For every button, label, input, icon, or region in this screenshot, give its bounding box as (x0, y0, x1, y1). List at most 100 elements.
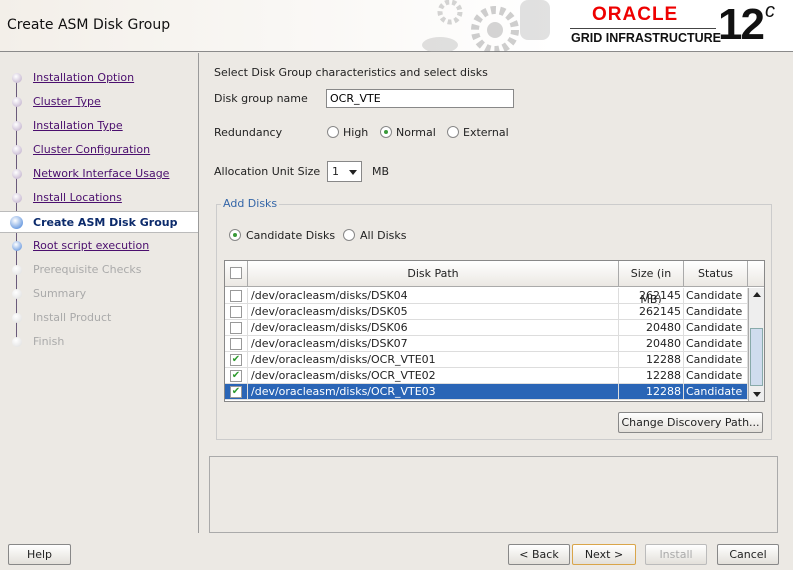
row-check-cell (225, 288, 248, 304)
redundancy-label: Redundancy (214, 126, 283, 139)
all-disks-radio[interactable] (343, 229, 355, 241)
intro-text: Select Disk Group characteristics and se… (214, 66, 488, 79)
disk-path: /dev/oracleasm/disks/OCR_VTE03 (248, 384, 619, 400)
sidebar-step: Prerequisite Checks (0, 259, 198, 281)
install-button[interactable]: Install (645, 544, 707, 565)
disk-size: 20480 (619, 320, 684, 336)
chevron-down-icon (349, 170, 357, 175)
disk-size: 262145 (619, 304, 684, 320)
sidebar-step[interactable]: Install Locations (0, 187, 198, 209)
disk-status: Candidate (684, 384, 748, 400)
disk-path: /dev/oracleasm/disks/DSK04 (248, 288, 619, 304)
disks-table: Disk Path Size (in MB) Status /dev/oracl… (224, 260, 765, 402)
candidate-disks-label: Candidate Disks (246, 229, 336, 242)
header-disk-path[interactable]: Disk Path (248, 261, 619, 287)
sidebar-step[interactable]: Network Interface Usage (0, 163, 198, 185)
disk-path: /dev/oracleasm/disks/OCR_VTE02 (248, 368, 619, 384)
step-label: Summary (33, 287, 87, 300)
step-indicator-icon (12, 121, 22, 131)
sidebar-step[interactable]: Root script execution (0, 235, 198, 257)
row-check-cell: ✔ (225, 352, 248, 368)
disk-status: Candidate (684, 320, 748, 336)
disk-size: 12288 (619, 352, 684, 368)
disk-group-name-input[interactable] (326, 89, 514, 108)
step-label: Network Interface Usage (33, 167, 170, 180)
sidebar-step: Finish (0, 331, 198, 353)
back-button[interactable]: < Back (508, 544, 570, 565)
sidebar-step[interactable]: Create ASM Disk Group (0, 211, 198, 233)
step-label: Cluster Type (33, 95, 101, 108)
version-suffix: c (764, 0, 775, 22)
gears-decoration-icon (422, 0, 550, 52)
step-label: Create ASM Disk Group (33, 216, 178, 229)
disk-path: /dev/oracleasm/disks/OCR_VTE01 (248, 352, 619, 368)
table-row[interactable]: /dev/oracleasm/disks/DSK07 20480 Candidate (225, 336, 748, 352)
scroll-up-icon[interactable] (753, 292, 761, 297)
redundancy-external-radio[interactable] (447, 126, 459, 138)
sidebar-step[interactable]: Installation Option (0, 67, 198, 89)
table-row[interactable]: /dev/oracleasm/disks/DSK04 262145 Candidat… (225, 288, 748, 304)
redundancy-high-label: High (343, 126, 369, 139)
step-label: Installation Type (33, 119, 123, 132)
step-indicator-icon (12, 241, 22, 251)
redundancy-normal-label: Normal (396, 126, 436, 139)
row-checkbox[interactable]: ✔ (230, 386, 242, 398)
header-size[interactable]: Size (in MB) (619, 261, 684, 306)
table-row[interactable]: /dev/oracleasm/disks/DSK06 20480 Candidate (225, 320, 748, 336)
sidebar-step[interactable]: Installation Type (0, 115, 198, 137)
allocation-unit-label: Allocation Unit Size (214, 165, 321, 178)
row-checkbox[interactable]: ✔ (230, 354, 242, 366)
row-checkbox[interactable] (230, 322, 242, 334)
next-button[interactable]: Next > (572, 544, 636, 565)
sidebar-step[interactable]: Cluster Configuration (0, 139, 198, 161)
step-indicator-icon (12, 73, 22, 83)
page-title: Create ASM Disk Group (7, 17, 171, 33)
disk-size: 12288 (619, 368, 684, 384)
table-scrollbar[interactable] (748, 288, 764, 401)
disk-path: /dev/oracleasm/disks/DSK06 (248, 320, 619, 336)
sidebar-step[interactable]: Cluster Type (0, 91, 198, 113)
disk-status: Candidate (684, 368, 748, 384)
step-label: Install Locations (33, 191, 122, 204)
cancel-button[interactable]: Cancel (717, 544, 779, 565)
candidate-disks-radio[interactable] (229, 229, 241, 241)
scroll-thumb[interactable] (750, 328, 763, 386)
disk-status: Candidate (684, 352, 748, 368)
change-discovery-path-button[interactable]: Change Discovery Path... (618, 412, 763, 433)
message-area (209, 456, 778, 533)
step-label: Finish (33, 335, 65, 348)
step-indicator-icon (12, 145, 22, 155)
table-row[interactable]: /dev/oracleasm/disks/DSK05 262145 Candidat… (225, 304, 748, 320)
allocation-unit-select[interactable]: 1 (327, 161, 362, 182)
oracle-logo: ORACLE (592, 4, 679, 25)
disk-path: /dev/oracleasm/disks/DSK05 (248, 304, 619, 320)
product-name: GRID INFRASTRUCTURE (571, 31, 721, 45)
scroll-down-icon[interactable] (753, 392, 761, 397)
step-indicator-icon (12, 97, 22, 107)
header: Create ASM Disk Group ORACLE GRID INFRAS… (0, 0, 793, 52)
step-indicator-icon (12, 337, 22, 347)
add-disks-legend: Add Disks (221, 197, 280, 210)
allocation-unit-value: 1 (332, 165, 339, 178)
table-row[interactable]: ✔ /dev/oracleasm/disks/OCR_VTE02 12288 Cand… (225, 368, 748, 384)
table-row[interactable]: ✔ /dev/oracleasm/disks/OCR_VTE01 12288 Cand… (225, 352, 748, 368)
version-logo: 12 c (718, 0, 775, 50)
disk-size: 20480 (619, 336, 684, 352)
row-checkbox[interactable] (230, 306, 242, 318)
disk-group-name-label: Disk group name (214, 92, 308, 105)
sidebar-step: Summary (0, 283, 198, 305)
disk-size: 12288 (619, 384, 684, 400)
step-label: Cluster Configuration (33, 143, 151, 156)
select-all-header (225, 261, 248, 287)
table-row[interactable]: ✔ /dev/oracleasm/disks/OCR_VTE03 12288 Cand… (225, 384, 748, 400)
row-checkbox[interactable] (230, 290, 242, 302)
row-checkbox[interactable]: ✔ (230, 370, 242, 382)
select-all-checkbox[interactable] (230, 267, 242, 279)
header-status[interactable]: Status (684, 261, 748, 287)
redundancy-normal-radio[interactable] (380, 126, 392, 138)
help-button[interactable]: Help (8, 544, 71, 565)
redundancy-high-radio[interactable] (327, 126, 339, 138)
step-indicator-icon (12, 289, 22, 299)
row-checkbox[interactable] (230, 338, 242, 350)
logo-divider (570, 28, 716, 29)
